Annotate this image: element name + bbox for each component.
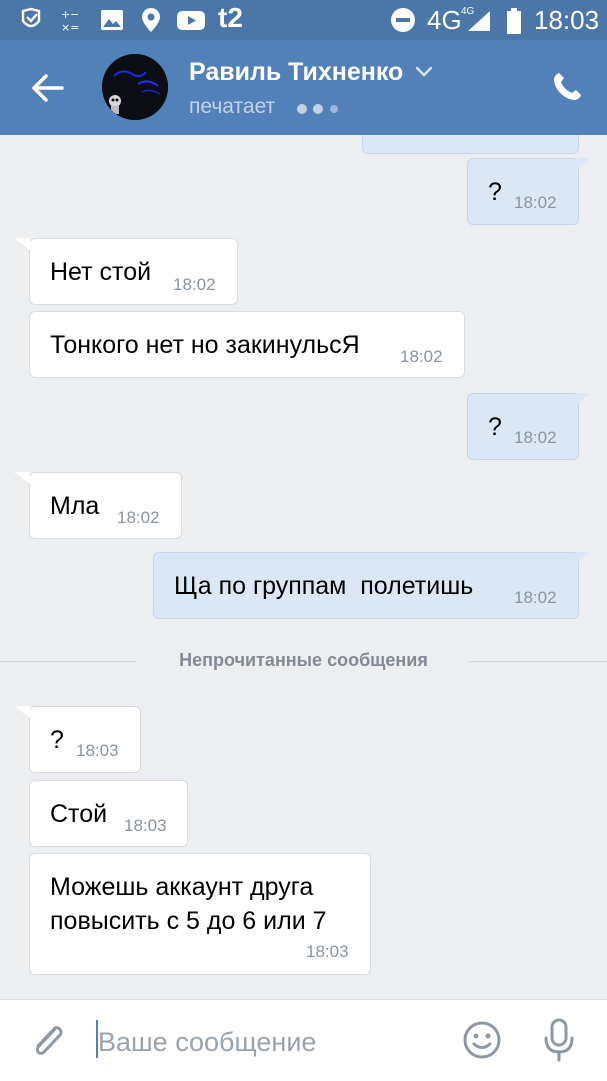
contact-name[interactable]: Равиль Тихненко — [189, 58, 403, 87]
message-time: 18:02 — [514, 193, 557, 212]
bubble-tail — [14, 472, 30, 484]
message-text: ? — [50, 726, 64, 754]
message-composer — [0, 999, 607, 1081]
bubble-tail — [14, 238, 30, 250]
message-text: Мла — [50, 492, 100, 520]
signal-icon — [468, 11, 490, 31]
message-bubble-incoming[interactable]: Мла 18:02 — [29, 472, 182, 539]
notification-icon — [21, 7, 41, 28]
message-time: 18:02 — [514, 588, 557, 607]
chat-header: Равиль Тихненко печатает — [0, 40, 607, 135]
message-text: Ща по группам полетишь — [174, 572, 474, 600]
message-input[interactable] — [96, 1024, 438, 1060]
message-text: ? — [488, 413, 502, 441]
message-time: 18:02 — [117, 508, 160, 527]
phone-call-icon[interactable] — [551, 71, 583, 103]
chevron-down-icon[interactable] — [414, 65, 434, 79]
gallery-icon — [101, 10, 123, 30]
typing-status: печатает — [189, 95, 276, 118]
message-bubble-outgoing[interactable]: Ща по группам полетишь 18:02 — [153, 552, 579, 619]
bubble-tail — [576, 393, 590, 405]
message-bubble-partial[interactable] — [362, 135, 579, 154]
message-time: 18:03 — [306, 942, 349, 961]
bubble-tail — [576, 552, 590, 564]
message-bubble-incoming[interactable]: Нет стой 18:02 — [29, 238, 238, 305]
emoji-icon[interactable] — [462, 1020, 502, 1060]
svg-text:×=: ×= — [61, 21, 79, 33]
avatar-image — [102, 54, 168, 120]
typing-dots-icon — [297, 104, 338, 114]
message-time: 18:02 — [400, 347, 443, 366]
bubble-tail — [576, 158, 590, 170]
message-bubble-incoming[interactable]: Стой 18:03 — [29, 780, 188, 847]
avatar[interactable] — [102, 54, 168, 120]
clock: 18:03 — [534, 5, 600, 35]
carrier-logo: t2 — [218, 2, 243, 33]
bubble-tail — [14, 706, 30, 718]
message-bubble-outgoing[interactable]: ? 18:02 — [467, 393, 579, 460]
message-text: Нет стой — [50, 258, 152, 286]
unread-divider: Непрочитанные сообщения — [179, 650, 428, 670]
calculator-icon: +−×= — [61, 8, 79, 33]
youtube-icon — [177, 11, 205, 30]
message-time: 18:02 — [173, 275, 216, 294]
battery-icon — [507, 8, 521, 34]
svg-text:+−: +− — [61, 8, 79, 21]
message-time: 18:03 — [76, 741, 119, 760]
message-text: ? — [488, 178, 502, 206]
location-icon — [142, 8, 160, 32]
microphone-icon[interactable] — [542, 1018, 576, 1062]
message-bubble-incoming[interactable]: Тонкого нет но закинульсЯ 18:02 — [29, 311, 465, 378]
message-list[interactable]: ? 18:02 Нет стой 18:02 Тонкого нет но за… — [0, 135, 607, 1000]
message-bubble-incoming[interactable]: Можешь аккаунт друга повысить с 5 до 6 и… — [29, 853, 371, 975]
paperclip-icon[interactable] — [28, 1020, 68, 1062]
message-text: Стой — [50, 800, 108, 828]
message-time: 18:02 — [514, 428, 557, 447]
message-text: Можешь аккаунт друга повысить с 5 до 6 и… — [50, 873, 327, 935]
dnd-icon — [391, 8, 415, 32]
back-arrow-icon[interactable] — [30, 70, 66, 106]
network-type: 4G — [427, 5, 462, 35]
status-bar: +− ×= t2 4G 4G 18:03 — [0, 0, 607, 40]
message-bubble-outgoing[interactable]: ? 18:02 — [467, 158, 579, 225]
message-text: Тонкого нет но закинульсЯ — [50, 331, 360, 359]
message-bubble-incoming[interactable]: ? 18:03 — [29, 706, 141, 773]
message-time: 18:03 — [124, 816, 167, 835]
